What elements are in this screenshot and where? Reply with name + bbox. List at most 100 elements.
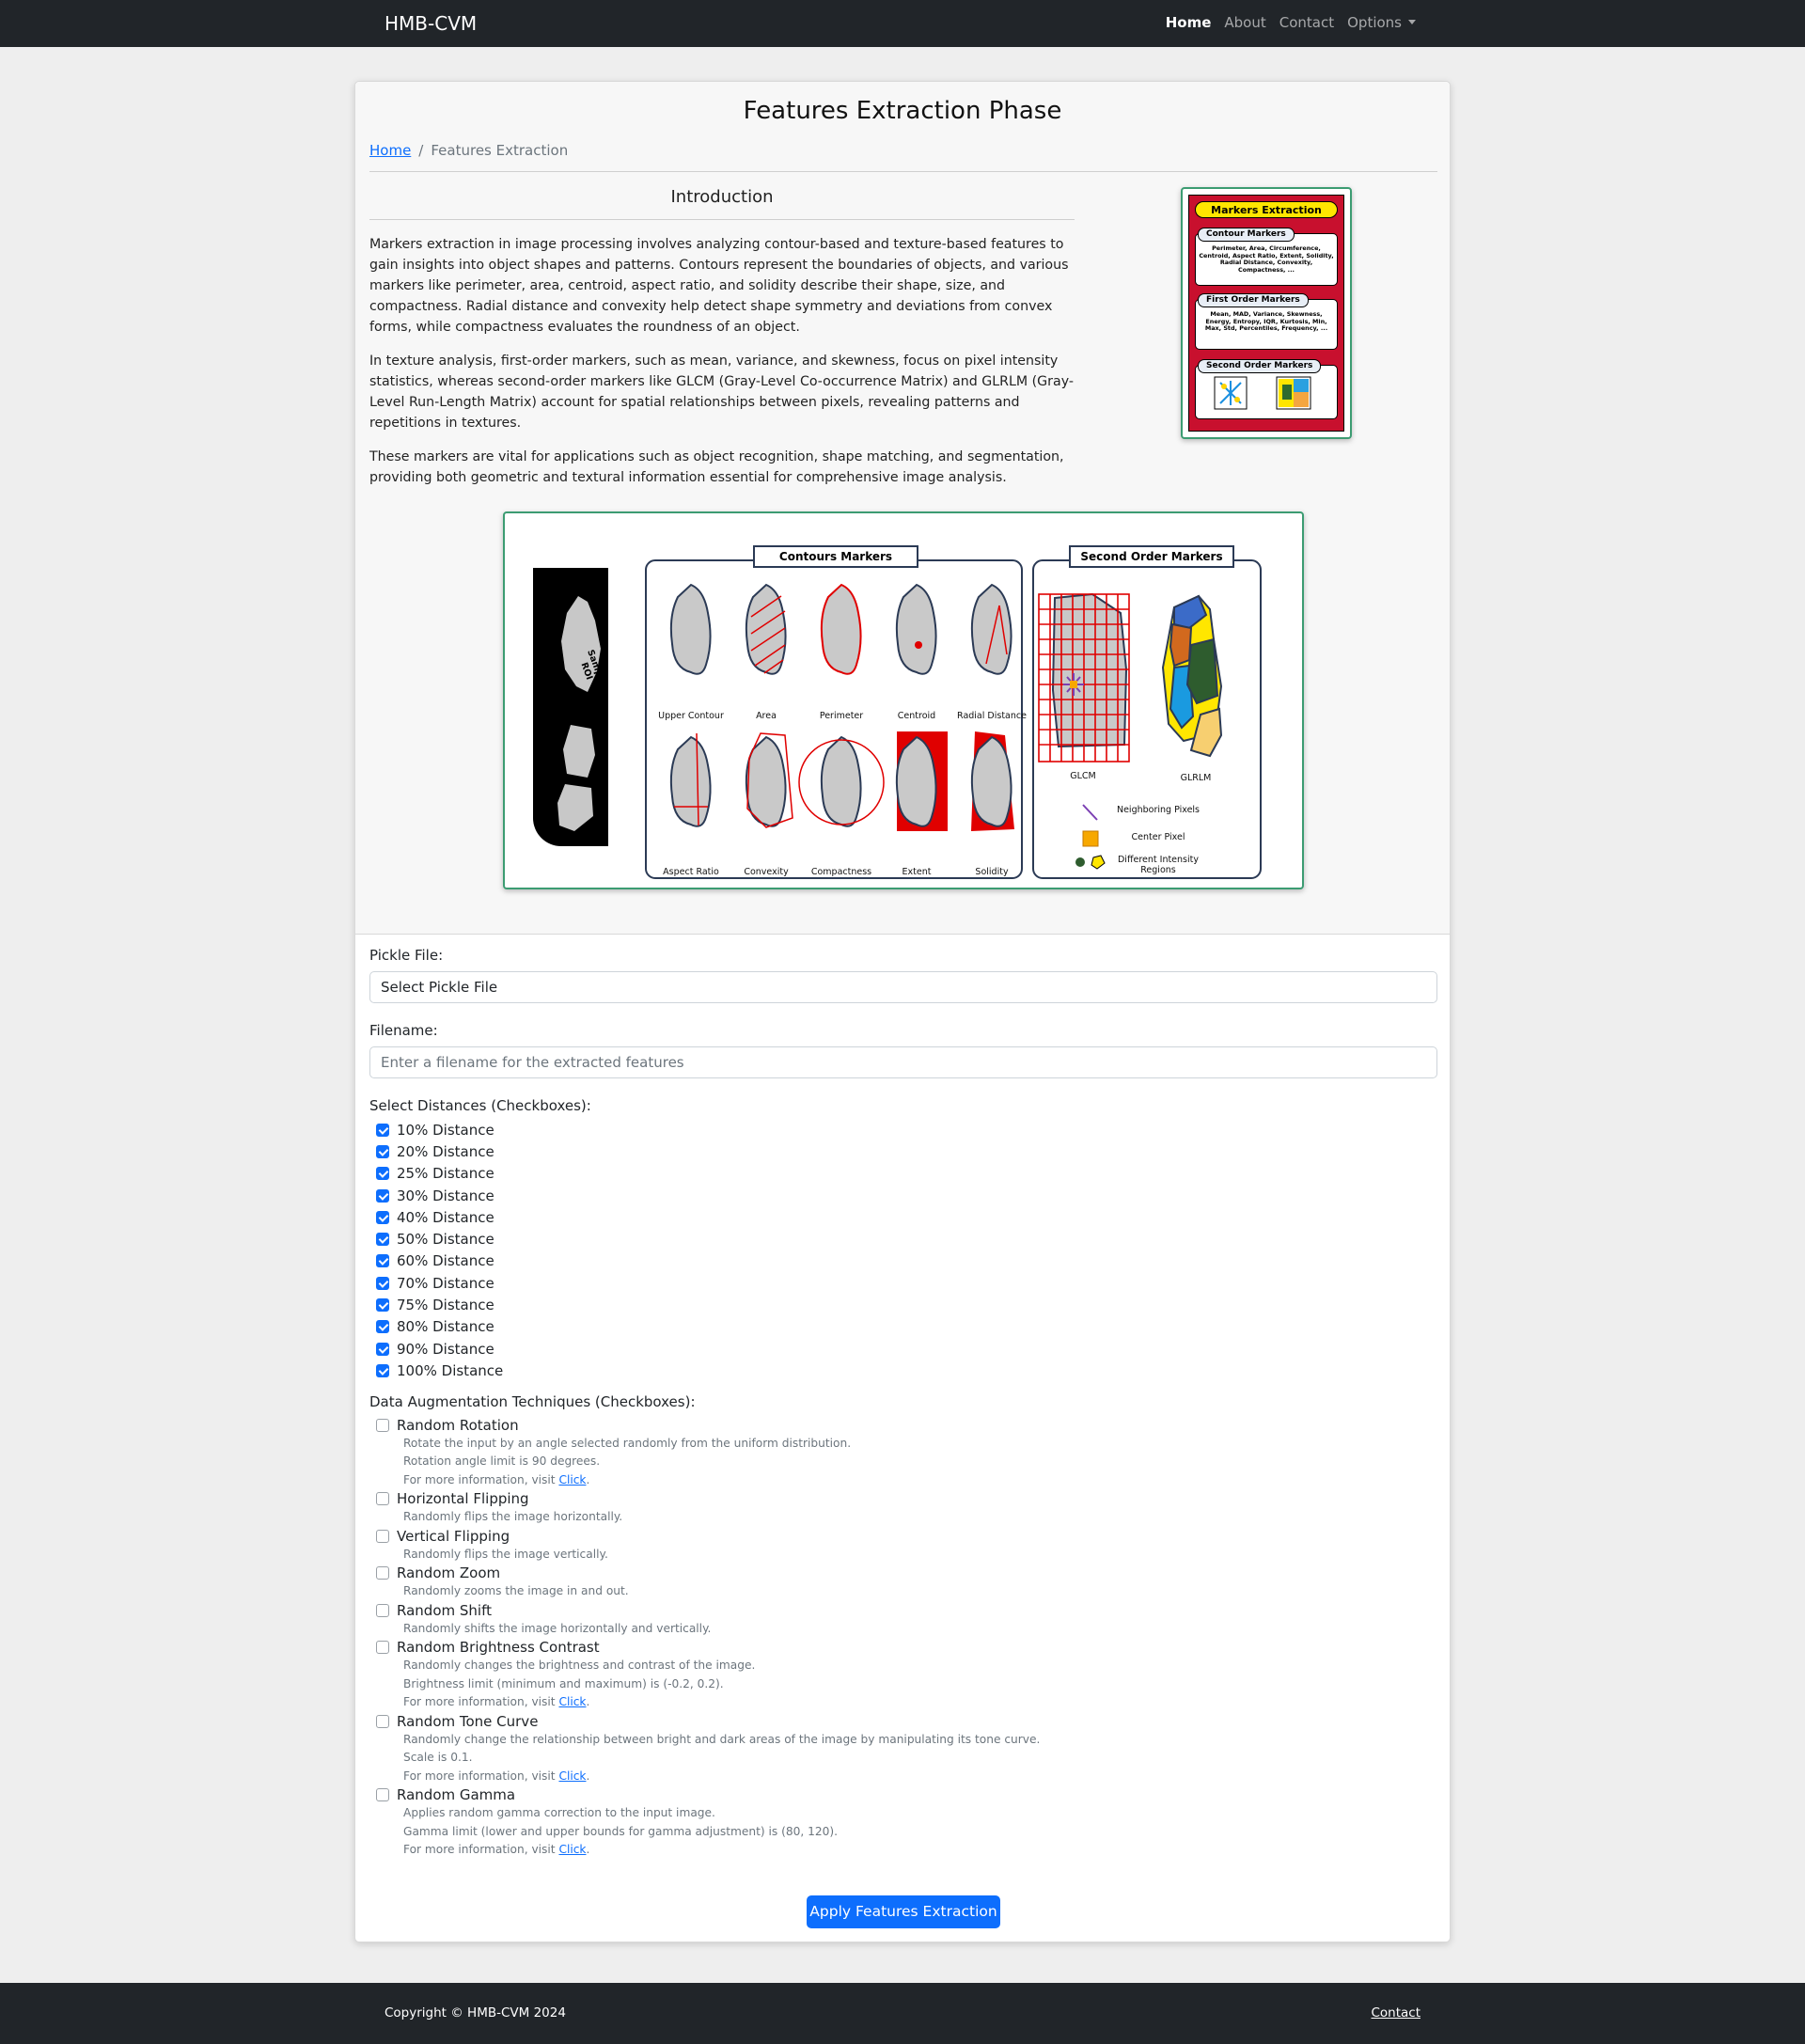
contour-label: Extent bbox=[902, 867, 932, 877]
distance-option[interactable]: 70% Distance bbox=[369, 1272, 1437, 1294]
augmentation-option: Vertical Flipping Randomly flips the ima… bbox=[376, 1527, 1437, 1564]
distance-option[interactable]: 80% Distance bbox=[369, 1316, 1437, 1338]
distance-option[interactable]: 100% Distance bbox=[369, 1360, 1437, 1381]
distance-checkbox[interactable] bbox=[376, 1276, 389, 1290]
more-info-line: For more information, visit Click. bbox=[403, 1843, 590, 1857]
texture-label: GLCM bbox=[1070, 771, 1096, 781]
distance-checkbox[interactable] bbox=[376, 1342, 389, 1356]
distance-option[interactable]: 50% Distance bbox=[369, 1228, 1437, 1250]
distance-label: 30% Distance bbox=[397, 1187, 494, 1204]
augmentation-description: Rotate the input by an angle selected ra… bbox=[376, 1435, 1437, 1490]
distance-checkbox[interactable] bbox=[376, 1298, 389, 1313]
brand-logo[interactable]: HMB-CVM bbox=[385, 12, 477, 35]
augmentation-row[interactable]: Random Gamma bbox=[376, 1785, 1437, 1804]
augmentation-checkbox[interactable] bbox=[376, 1641, 389, 1655]
more-info-link[interactable]: Click bbox=[558, 1769, 586, 1783]
markers-thumbnail-image[interactable]: Markers Extraction Contour Markers Perim… bbox=[1181, 187, 1352, 439]
distance-checkbox[interactable] bbox=[376, 1320, 389, 1334]
description-line: Rotation angle limit is 90 degrees. bbox=[403, 1454, 601, 1469]
augmentation-row[interactable]: Random Brightness Contrast bbox=[376, 1638, 1437, 1657]
augmentation-checkbox[interactable] bbox=[376, 1603, 389, 1617]
distance-label: 80% Distance bbox=[397, 1318, 494, 1336]
augmentation-checkbox[interactable] bbox=[376, 1788, 389, 1802]
augmentation-description: Randomly change the relationship between… bbox=[376, 1731, 1437, 1786]
distance-option[interactable]: 40% Distance bbox=[369, 1206, 1437, 1228]
more-info-link[interactable]: Click bbox=[558, 1473, 586, 1486]
augmentation-option: Random Shift Randomly shifts the image h… bbox=[376, 1601, 1437, 1639]
distance-checkbox[interactable] bbox=[376, 1233, 389, 1247]
augmentation-checkbox[interactable] bbox=[376, 1566, 389, 1580]
contour-label: Aspect Ratio bbox=[663, 867, 719, 877]
description-line: Randomly flips the image vertically. bbox=[403, 1547, 608, 1561]
distance-checkbox[interactable] bbox=[376, 1167, 389, 1181]
thumbnail-poster: Markers Extraction Contour Markers Perim… bbox=[1188, 195, 1344, 432]
contour-label: Upper Contour bbox=[658, 711, 724, 721]
pickle-file-select[interactable]: Select Pickle File bbox=[369, 971, 1437, 1003]
description-line: Randomly shifts the image horizontally a… bbox=[403, 1621, 712, 1635]
legend-label: Neighboring Pixels bbox=[1116, 805, 1201, 815]
augmentation-option: Random Rotation Rotate the input by an a… bbox=[376, 1416, 1437, 1490]
augmentation-checkbox[interactable] bbox=[376, 1492, 389, 1506]
apply-features-extraction-button[interactable]: Apply Features Extraction bbox=[807, 1895, 1000, 1928]
augmentation-option: Random Gamma Applies random gamma correc… bbox=[376, 1785, 1437, 1860]
augmentation-checkbox[interactable] bbox=[376, 1714, 389, 1728]
augmentation-title: Random Gamma bbox=[397, 1786, 516, 1804]
distance-label: 90% Distance bbox=[397, 1340, 494, 1358]
thumbnail-section: Second Order Markers bbox=[1195, 359, 1338, 419]
nav-options-dropdown[interactable]: Options bbox=[1347, 14, 1416, 31]
distance-option[interactable]: 20% Distance bbox=[369, 1140, 1437, 1162]
augmentation-description: Randomly flips the image horizontally. bbox=[376, 1508, 1437, 1527]
breadcrumb-home-link[interactable]: Home bbox=[369, 142, 411, 159]
filename-label: Filename: bbox=[369, 1022, 438, 1039]
distance-label: 40% Distance bbox=[397, 1208, 494, 1226]
augmentation-option: Random Zoom Randomly zooms the image in … bbox=[376, 1564, 1437, 1601]
more-info-link[interactable]: Click bbox=[558, 1695, 586, 1708]
nav-contact[interactable]: Contact bbox=[1279, 14, 1334, 31]
augmentation-row[interactable]: Vertical Flipping bbox=[376, 1527, 1437, 1546]
legend-label: Different Intensity Regions bbox=[1117, 855, 1199, 875]
augmentation-row[interactable]: Horizontal Flipping bbox=[376, 1489, 1437, 1508]
description-line: Applies random gamma correction to the i… bbox=[403, 1806, 715, 1820]
augmentation-label: Data Augmentation Techniques (Checkboxes… bbox=[369, 1392, 696, 1410]
augmentation-row[interactable]: Random Tone Curve bbox=[376, 1712, 1437, 1731]
distance-option[interactable]: 60% Distance bbox=[369, 1250, 1437, 1272]
augmentation-title: Random Shift bbox=[397, 1601, 492, 1619]
intro-paragraph: Markers extraction in image processing i… bbox=[369, 237, 1069, 335]
distance-option[interactable]: 30% Distance bbox=[369, 1185, 1437, 1206]
contour-label: Centroid bbox=[897, 711, 936, 721]
distance-label: 75% Distance bbox=[397, 1297, 494, 1314]
filename-input[interactable]: Enter a filename for the extracted featu… bbox=[369, 1046, 1437, 1078]
augmentation-option: Random Tone Curve Randomly change the re… bbox=[376, 1712, 1437, 1786]
distance-label: 70% Distance bbox=[397, 1274, 494, 1292]
augmentation-checkbox[interactable] bbox=[376, 1418, 389, 1432]
distance-checkbox[interactable] bbox=[376, 1188, 389, 1203]
breadcrumb-current: Features Extraction bbox=[431, 142, 569, 159]
distance-checkbox[interactable] bbox=[376, 1144, 389, 1158]
distance-option[interactable]: 75% Distance bbox=[369, 1294, 1437, 1315]
distance-option[interactable]: 90% Distance bbox=[369, 1338, 1437, 1360]
main-card: Features Extraction Phase Home / Features … bbox=[354, 81, 1451, 1942]
augmentation-row[interactable]: Random Zoom bbox=[376, 1564, 1437, 1582]
distance-checkbox[interactable] bbox=[376, 1363, 389, 1377]
distance-option[interactable]: 25% Distance bbox=[369, 1163, 1437, 1185]
nav-about[interactable]: About bbox=[1224, 14, 1265, 31]
thumbnail-section-label: First Order Markers bbox=[1198, 293, 1309, 307]
footer-contact-link[interactable]: Contact bbox=[1371, 2005, 1420, 2020]
more-info-link[interactable]: Click bbox=[558, 1843, 586, 1856]
thumbnail-section-text: Perimeter, Area, Circumference, Centroid… bbox=[1199, 244, 1334, 274]
augmentation-row[interactable]: Random Rotation bbox=[376, 1416, 1437, 1435]
distance-checkbox[interactable] bbox=[376, 1210, 389, 1224]
thumbnail-section-text: Mean, MAD, Variance, Skewness, Energy, E… bbox=[1204, 310, 1328, 332]
distance-checkbox[interactable] bbox=[376, 1254, 389, 1268]
augmentation-row[interactable]: Random Shift bbox=[376, 1601, 1437, 1620]
distance-option[interactable]: 10% Distance bbox=[369, 1119, 1437, 1140]
distance-checkbox[interactable] bbox=[376, 1123, 389, 1137]
breadcrumb: Home / Features Extraction bbox=[369, 136, 1437, 165]
page-title: Features Extraction Phase bbox=[743, 97, 1062, 125]
contour-label: Solidity bbox=[975, 867, 1009, 877]
nav-home[interactable]: Home bbox=[1166, 14, 1212, 31]
augmentation-checkbox[interactable] bbox=[376, 1529, 389, 1543]
augmentation-description: Randomly zooms the image in and out. bbox=[376, 1582, 1437, 1601]
thumbnail-section: Contour Markers Perimeter, Area, Circumf… bbox=[1195, 228, 1338, 286]
description-line: Randomly flips the image horizontally. bbox=[403, 1510, 623, 1524]
